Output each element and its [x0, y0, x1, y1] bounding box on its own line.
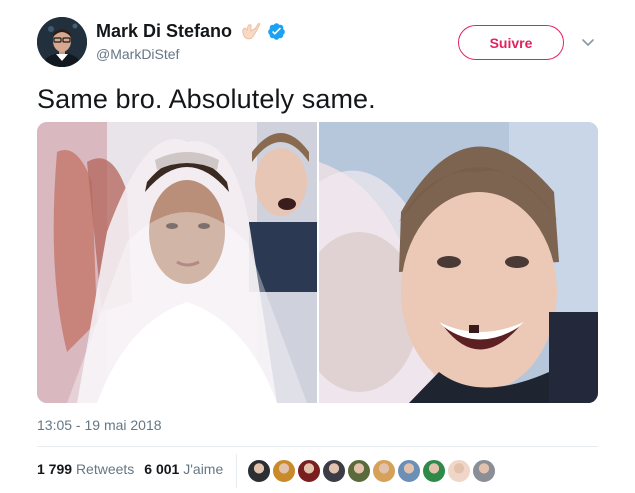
tweet-card: Mark Di Stefano @MarkDiStef Suivre Same … — [0, 0, 635, 493]
liker-avatar[interactable] — [247, 459, 271, 483]
tweet-photo-bride[interactable] — [37, 122, 317, 403]
tweet-photo-boy[interactable] — [319, 122, 598, 403]
divider — [37, 446, 598, 447]
retweets-count: 1 799 — [37, 461, 73, 477]
tweet-stats: 1 799 Retweets 6 001 J'aime — [37, 461, 233, 477]
likes-count: 6 001 — [144, 461, 180, 477]
follow-button[interactable]: Suivre — [458, 25, 564, 60]
tweet-timestamp[interactable]: 13:05 - 19 mai 2018 — [37, 417, 162, 433]
author-name-row[interactable]: Mark Di Stefano — [96, 20, 286, 42]
tweet-text: Same bro. Absolutely same. — [37, 84, 376, 114]
liker-avatar[interactable] — [322, 459, 346, 483]
stats-separator — [236, 454, 237, 488]
retweets-label: Retweets — [75, 461, 135, 477]
liker-avatar[interactable] — [447, 459, 471, 483]
author-handle[interactable]: @MarkDiStef — [96, 46, 179, 62]
liker-avatars — [247, 459, 497, 483]
liker-avatar[interactable] — [472, 459, 496, 483]
author-name[interactable]: Mark Di Stefano — [96, 21, 232, 42]
retweets-stat[interactable]: 1 799 Retweets — [37, 461, 134, 477]
tweet-media — [37, 122, 598, 403]
liker-avatar[interactable] — [397, 459, 421, 483]
liker-avatar[interactable] — [372, 459, 396, 483]
author-avatar[interactable] — [37, 17, 87, 67]
liker-avatar[interactable] — [422, 459, 446, 483]
liker-avatar[interactable] — [347, 459, 371, 483]
verified-badge-icon — [267, 22, 286, 41]
likes-label: J'aime — [183, 461, 224, 477]
call-me-hand-emoji-icon — [239, 20, 261, 42]
chevron-down-icon[interactable] — [580, 36, 596, 50]
liker-avatar[interactable] — [272, 459, 296, 483]
likes-stat[interactable]: 6 001 J'aime — [144, 461, 223, 477]
liker-avatar[interactable] — [297, 459, 321, 483]
